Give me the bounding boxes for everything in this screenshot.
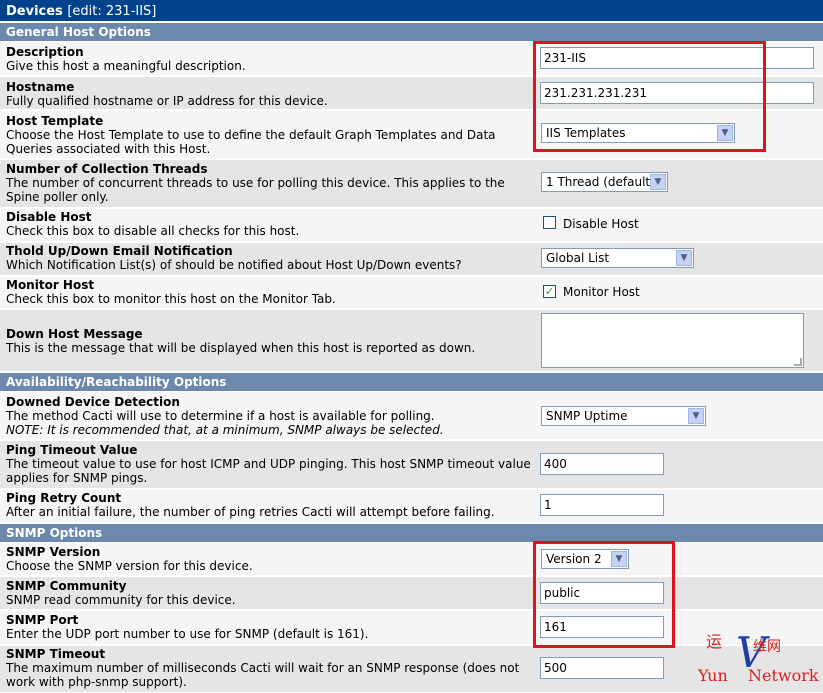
hostname-title: Hostname xyxy=(6,80,75,94)
thold-select[interactable]: Global List ▼ xyxy=(541,248,694,268)
window-title: Devices [edit: 231-IIS] xyxy=(0,0,823,22)
monitor-host-label[interactable]: Monitor Host xyxy=(563,285,640,299)
thold-title: Thold Up/Down Email Notification xyxy=(6,244,233,258)
description-title: Description xyxy=(6,45,84,59)
row-thold: Thold Up/Down Email Notification Which N… xyxy=(0,243,823,276)
threads-select[interactable]: 1 Thread (default) ▼ xyxy=(541,172,668,192)
host-template-help: Choose the Host Template to use to defin… xyxy=(6,128,496,156)
section-general: General Host Options xyxy=(0,23,823,41)
threads-title: Number of Collection Threads xyxy=(6,162,208,176)
row-disable-host: Disable Host Check this box to disable a… xyxy=(0,209,823,242)
disable-host-label[interactable]: Disable Host xyxy=(563,217,639,231)
section-availability: Availability/Reachability Options xyxy=(0,373,823,391)
checkmark-icon: ✓ xyxy=(544,285,555,298)
ping-retry-title: Ping Retry Count xyxy=(6,491,122,505)
monitor-host-help: Check this box to monitor this host on t… xyxy=(6,292,336,306)
page-subtitle: [edit: 231-IIS] xyxy=(67,4,157,19)
down-message-title: Down Host Message xyxy=(6,327,143,341)
chevron-down-icon[interactable]: ▼ xyxy=(688,408,704,424)
monitor-host-title: Monitor Host xyxy=(6,278,95,292)
row-snmp-community: SNMP Community SNMP read community for t… xyxy=(0,577,823,610)
row-down-message: Down Host Message This is the message th… xyxy=(0,310,823,372)
highlight-box-snmp xyxy=(533,541,675,648)
snmp-timeout-input[interactable] xyxy=(540,657,664,679)
watermark-logo: 运 V 维网 Yun Network xyxy=(698,628,819,688)
row-threads: Number of Collection Threads The number … xyxy=(0,160,823,208)
section-snmp: SNMP Options xyxy=(0,524,823,542)
ping-timeout-title: Ping Timeout Value xyxy=(6,443,138,457)
watermark-en2: Network xyxy=(748,666,819,685)
snmp-timeout-help: The maximum number of milliseconds Cacti… xyxy=(6,661,520,689)
snmp-version-title: SNMP Version xyxy=(6,545,101,559)
thold-help: Which Notification List(s) of should be … xyxy=(6,258,462,272)
downed-detection-select[interactable]: SNMP Uptime ▼ xyxy=(541,406,706,426)
ping-retry-help: After an initial failure, the number of … xyxy=(6,505,495,519)
watermark-en1: Yun xyxy=(698,666,728,685)
snmp-community-help: SNMP read community for this device. xyxy=(6,593,236,607)
down-message-textarea[interactable] xyxy=(541,313,804,368)
down-message-help: This is the message that will be display… xyxy=(6,341,476,355)
ping-timeout-help: The timeout value to use for host ICMP a… xyxy=(6,457,531,485)
chevron-down-icon[interactable]: ▼ xyxy=(650,174,666,190)
row-ping-retry: Ping Retry Count After an initial failur… xyxy=(0,490,823,523)
resize-grip-icon[interactable] xyxy=(794,358,802,366)
snmp-version-help: Choose the SNMP version for this device. xyxy=(6,559,253,573)
page-title: Devices xyxy=(6,4,63,19)
watermark-cn1: 运 xyxy=(706,632,723,651)
downed-detection-note: NOTE: It is recommended that, at a minim… xyxy=(6,423,444,437)
row-monitor-host: Monitor Host Check this box to monitor t… xyxy=(0,277,823,309)
row-downed-detection: Downed Device Detection The method Cacti… xyxy=(0,392,823,440)
downed-detection-value: SNMP Uptime xyxy=(546,409,628,423)
threads-value: 1 Thread (default) xyxy=(546,175,655,189)
threads-help: The number of concurrent threads to use … xyxy=(6,176,505,204)
ping-retry-input[interactable] xyxy=(540,494,664,516)
disable-host-title: Disable Host xyxy=(6,210,92,224)
downed-detection-help: The method Cacti will use to determine i… xyxy=(6,409,435,423)
snmp-timeout-title: SNMP Timeout xyxy=(6,647,106,661)
highlight-box-general xyxy=(533,41,766,152)
watermark-cn2: 维网 xyxy=(753,639,781,655)
disable-host-help: Check this box to disable all checks for… xyxy=(6,224,300,238)
disable-host-checkbox[interactable] xyxy=(543,216,556,229)
thold-value: Global List xyxy=(546,251,610,265)
description-help: Give this host a meaningful description. xyxy=(6,59,246,73)
row-snmp-version: SNMP Version Choose the SNMP version for… xyxy=(0,543,823,576)
row-ping-timeout: Ping Timeout Value The timeout value to … xyxy=(0,441,823,489)
snmp-community-title: SNMP Community xyxy=(6,579,127,593)
downed-detection-title: Downed Device Detection xyxy=(6,395,180,409)
ping-timeout-input[interactable] xyxy=(540,453,664,475)
chevron-down-icon[interactable]: ▼ xyxy=(676,250,692,266)
snmp-port-title: SNMP Port xyxy=(6,613,79,627)
monitor-host-checkbox[interactable]: ✓ xyxy=(543,285,556,298)
snmp-port-help: Enter the UDP port number to use for SNM… xyxy=(6,627,369,641)
host-template-title: Host Template xyxy=(6,114,104,128)
hostname-help: Fully qualified hostname or IP address f… xyxy=(6,94,328,108)
